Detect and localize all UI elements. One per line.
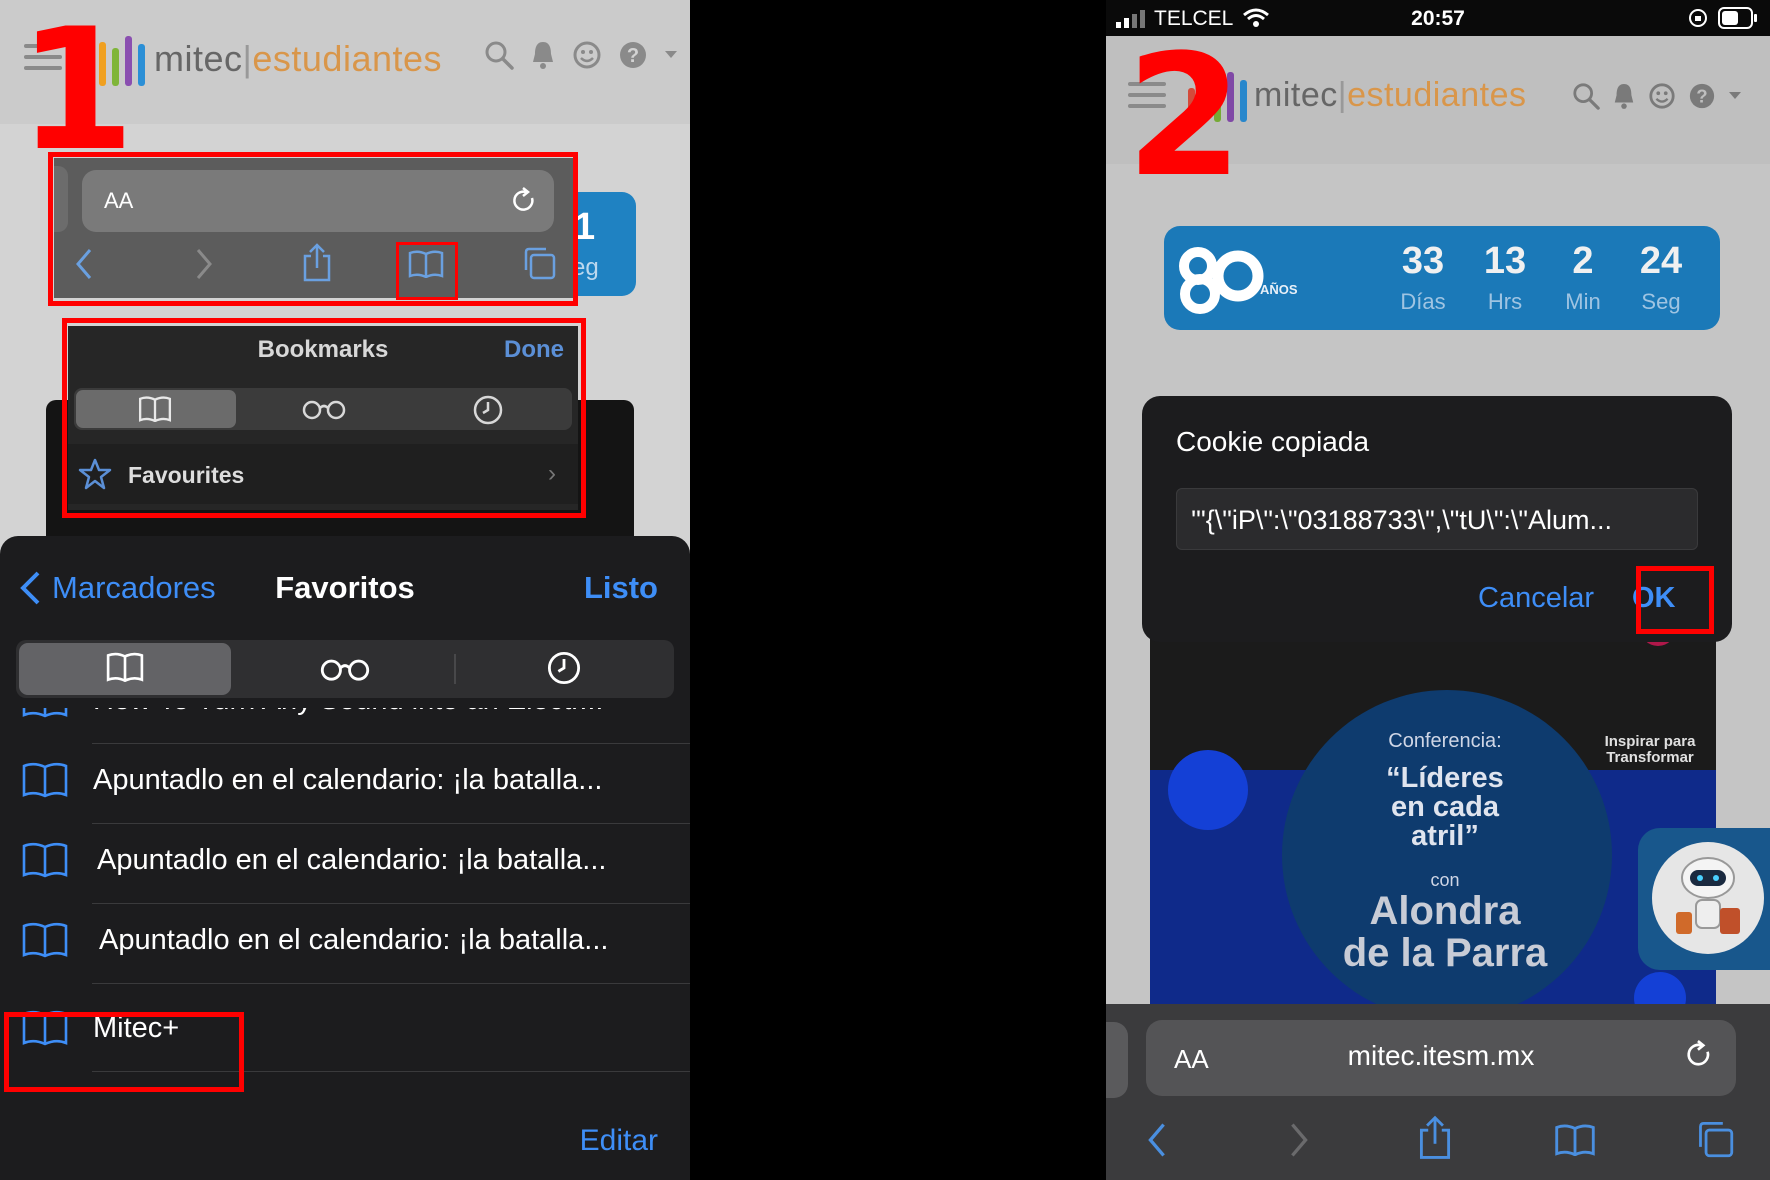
conference-poster[interactable]: Conferencia: Inspirar para Transformar “…: [1150, 620, 1716, 1010]
list-item-label: Apuntadlo en el calendario: ¡la batalla.…: [99, 924, 609, 956]
bookmarks-tab-icon[interactable]: [106, 652, 144, 682]
list-item[interactable]: Apuntadlo en el calendario: ¡la batalla.…: [0, 824, 690, 904]
listo-button[interactable]: Listo: [584, 570, 658, 606]
help-icon[interactable]: ?: [1688, 82, 1716, 110]
chatbot-button[interactable]: [1638, 828, 1770, 970]
bookmark-icon: [22, 708, 68, 718]
reading-list-icon[interactable]: [320, 656, 370, 682]
bell-icon[interactable]: [1612, 82, 1636, 110]
list-item[interactable]: Apuntadlo en el calendario: ¡la batalla.…: [0, 744, 690, 824]
anos-label: AÑOS: [1260, 282, 1298, 297]
highlight-mitec-plus: [4, 1012, 244, 1092]
bookmark-icon: [22, 922, 68, 958]
smiley-icon[interactable]: [572, 40, 602, 70]
step-number-1: 1: [18, 0, 135, 188]
highlight-bookmarks-button: [396, 242, 458, 300]
cancelar-button[interactable]: Cancelar: [1478, 582, 1594, 615]
bookmark-icon: [22, 842, 68, 878]
reload-icon[interactable]: [1684, 1038, 1714, 1072]
share-icon[interactable]: [1418, 1114, 1452, 1160]
highlight-bookmarks-popup: [62, 318, 586, 518]
address-bar[interactable]: AA mitec.itesm.mx: [1146, 1020, 1736, 1096]
search-icon[interactable]: [484, 40, 514, 70]
panel-step-1: mitec|estudiantes ? 1 eg AA Bookmarks Do…: [0, 0, 690, 1180]
editar-button[interactable]: Editar: [580, 1124, 658, 1158]
sheet-segmented-control: [16, 640, 674, 698]
list-item-label: How To Turn Any Sound into an Electr...: [93, 708, 604, 717]
url-label: mitec.itesm.mx: [1347, 1040, 1535, 1071]
alert-title: Cookie copiada: [1176, 426, 1370, 457]
site-logo-text[interactable]: mitec|estudiantes: [154, 38, 442, 80]
site-logo-text[interactable]: mitec|estudiantes: [1254, 76, 1526, 115]
poster-con: con: [1430, 870, 1460, 890]
robot-assistant-icon: [1676, 857, 1740, 934]
panel-step-2: TELCEL 20:57 mitec|estudiantes ? AÑOS 33…: [1106, 0, 1770, 1180]
countdown-days: 33 Días: [1400, 240, 1446, 314]
poster-tagline: Inspirar para Transformar: [1604, 733, 1696, 766]
bell-icon[interactable]: [530, 40, 556, 70]
svg-text:?: ?: [1696, 86, 1707, 107]
list-item-label: Apuntadlo en el calendario: ¡la batalla.…: [97, 844, 607, 876]
battery-icon: [1718, 7, 1757, 29]
80-anos-logo-icon: [1179, 247, 1264, 314]
safari-toolbar: AA mitec.itesm.mx: [1106, 1004, 1770, 1180]
search-icon[interactable]: [1572, 82, 1600, 110]
list-item-label: Apuntadlo en el calendario: ¡la batalla.…: [93, 764, 603, 796]
list-item[interactable]: Apuntadlo en el calendario: ¡la batalla.…: [0, 904, 690, 984]
poster-title: “Líderes en cada atril”: [1386, 762, 1504, 852]
poster-conference-label: Conferencia:: [1388, 730, 1502, 752]
anniversary-countdown: AÑOS 33 Días 13 Hrs 2 Min 24 Seg: [1164, 226, 1720, 330]
composite-screenshot: mitec|estudiantes ? 1 eg AA Bookmarks Do…: [0, 0, 1770, 1180]
caret-down-icon[interactable]: [664, 50, 678, 60]
step-number-2: 2: [1126, 18, 1243, 214]
svg-text:?: ?: [627, 45, 639, 67]
countdown-seconds: 24 Seg: [1639, 240, 1683, 314]
countdown-minutes: 2 Min: [1565, 240, 1601, 314]
orientation-lock-icon: [1689, 9, 1707, 27]
history-icon[interactable]: [546, 650, 582, 686]
tabs-icon[interactable]: [1696, 1120, 1734, 1158]
smiley-icon[interactable]: [1648, 82, 1676, 110]
poster-speaker: Alondra de la Parra: [1342, 889, 1548, 975]
caret-down-icon[interactable]: [1728, 91, 1742, 101]
bookmark-icon: [22, 762, 68, 798]
help-icon[interactable]: ?: [618, 40, 648, 70]
cookie-value-field[interactable]: '"{\"iP\":\"03188733\",\"tU\":\"Alum...: [1176, 488, 1698, 550]
list-item[interactable]: How To Turn Any Sound into an Electr...: [0, 708, 690, 744]
highlight-ok-button: [1636, 566, 1714, 634]
bookmarks-icon[interactable]: [1554, 1124, 1596, 1156]
forward-icon[interactable]: [1288, 1122, 1310, 1158]
countdown-hours: 13 Hrs: [1483, 240, 1527, 314]
back-icon[interactable]: [1146, 1122, 1168, 1158]
